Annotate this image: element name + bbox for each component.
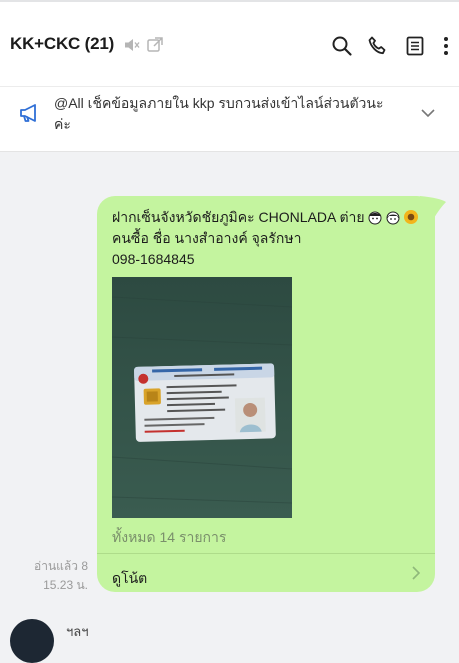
chat-title[interactable]: KK+CKC (21) [10, 34, 114, 54]
popout-window-icon[interactable] [146, 36, 164, 54]
chevron-down-icon[interactable] [420, 106, 436, 120]
bubble-tail [420, 196, 446, 218]
speaker-muted-icon[interactable] [123, 36, 141, 54]
notes-icon[interactable] [404, 35, 426, 57]
read-receipt: อ่านแล้ว 8 15.23 น. [20, 557, 88, 595]
message-time: 15.23 น. [43, 578, 88, 592]
phone-icon[interactable] [367, 35, 389, 57]
message-line-3[interactable]: 098-1684845 [112, 249, 424, 270]
view-note-link[interactable]: ดูโน้ต [112, 568, 147, 590]
chevron-right-icon[interactable] [410, 565, 422, 581]
bubble-divider [97, 553, 435, 554]
more-vertical-icon[interactable] [440, 35, 452, 57]
next-sender-name: ฯลฯ [66, 624, 89, 639]
message-text: ฝากเซ็นจังหวัดชัยภูมิคะ CHONLADA ต่าย คน… [112, 207, 424, 270]
search-icon[interactable] [331, 35, 353, 57]
emoji-face-girl-icon [386, 211, 400, 225]
announcement-text[interactable]: @All เช็คข้อมูลภายใน kkp รบกวนส่งเข้าไลน… [54, 93, 394, 135]
read-status: อ่านแล้ว 8 [34, 559, 88, 573]
message-line-1: ฝากเซ็นจังหวัดชัยภูมิคะ CHONLADA ต่าย [112, 209, 365, 225]
megaphone-icon [20, 104, 36, 122]
photo-count[interactable]: ทั้งหมด 14 รายการ [112, 527, 226, 549]
emoji-face-boy-icon [368, 211, 382, 225]
id-card-photo[interactable] [112, 277, 292, 518]
avatar[interactable] [10, 619, 54, 663]
message-line-2: คนซื้อ ชื่อ นางสำอางค์ จุลรักษา [112, 230, 302, 246]
emoji-sunflower-icon [403, 210, 418, 224]
